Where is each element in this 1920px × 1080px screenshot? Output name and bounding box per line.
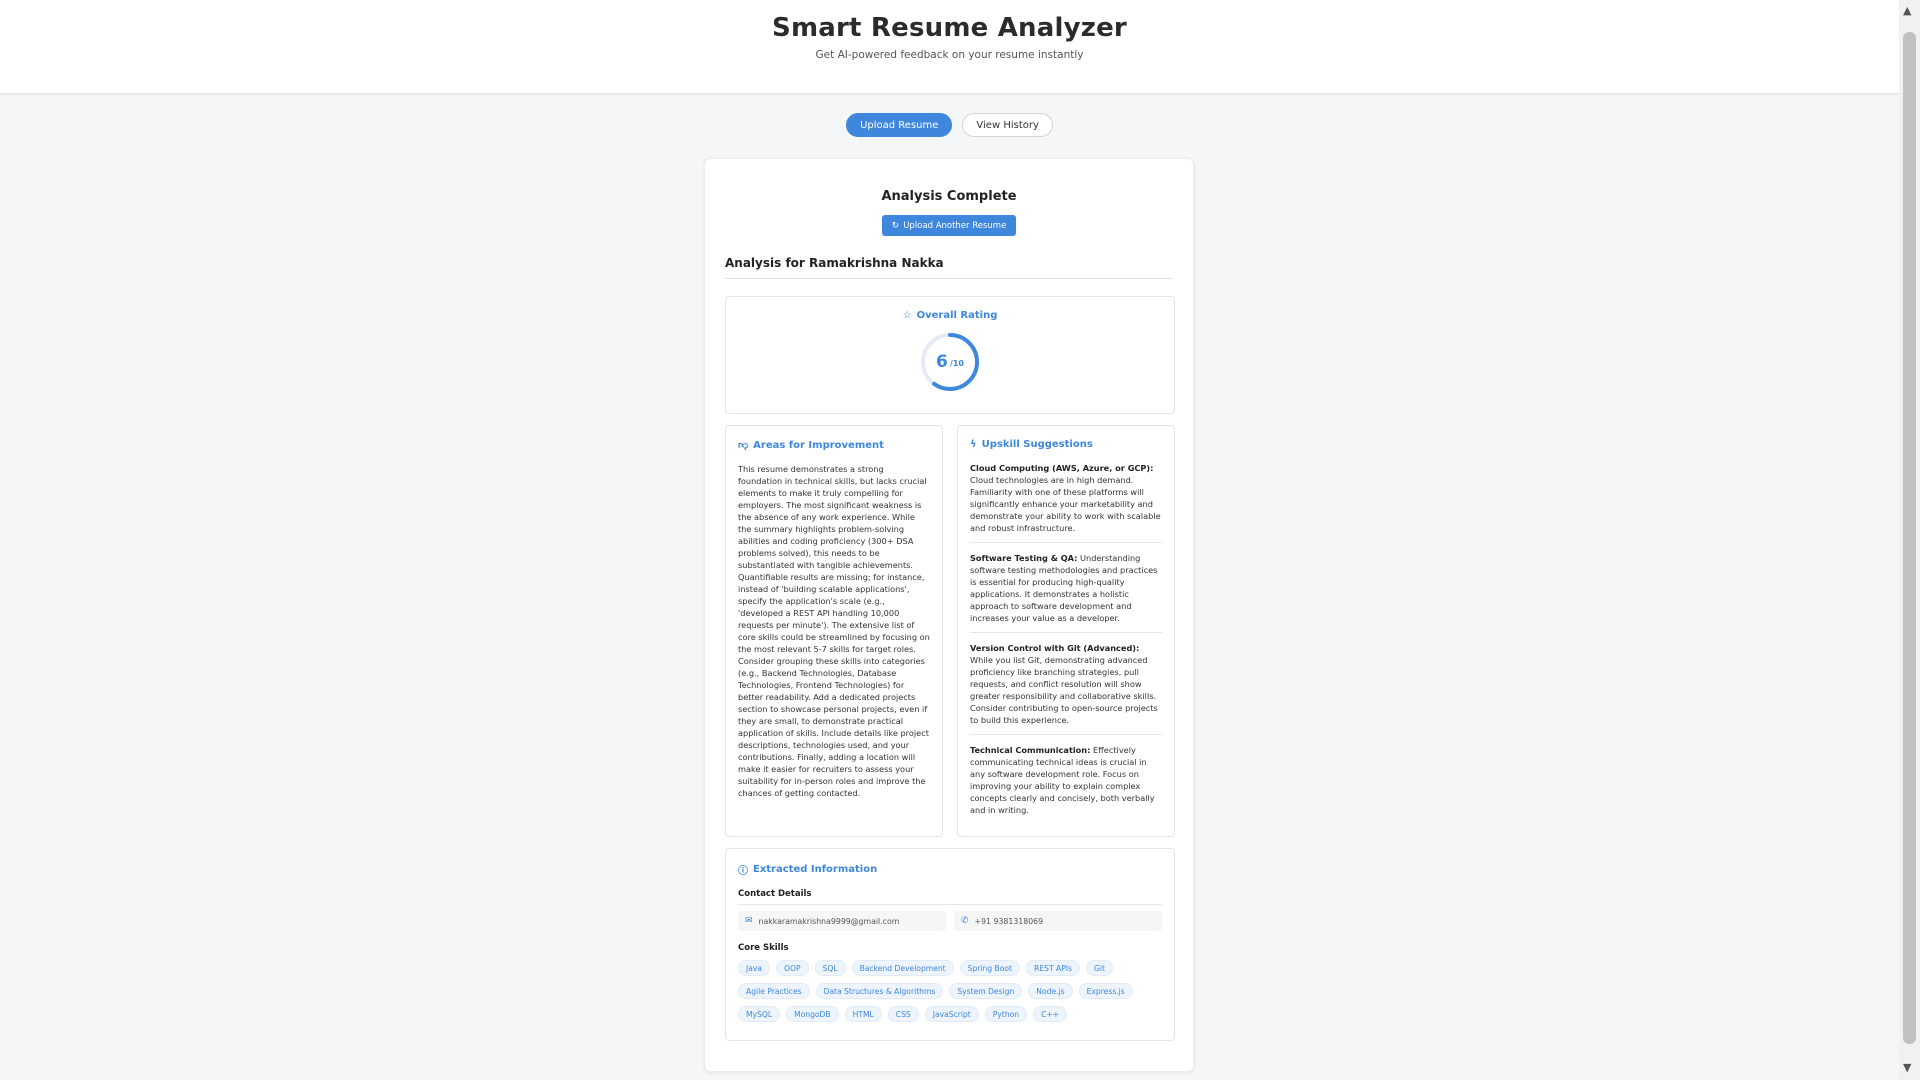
- skill-chip: JavaScript: [924, 1006, 979, 1022]
- areas-for-improvement-panel: 👎︎ Areas for Improvement This resume dem…: [725, 425, 943, 837]
- view-history-button[interactable]: View History: [962, 113, 1053, 137]
- app-subtitle: Get AI-powered feedback on your resume i…: [815, 49, 1084, 61]
- overall-rating-panel: ☆ Overall Rating 6 /10: [725, 296, 1175, 414]
- app-title: Smart Resume Analyzer: [772, 13, 1127, 43]
- upskill-item-title: Cloud Computing (AWS, Azure, or GCP):: [970, 463, 1154, 473]
- info-icon: ⓘ: [738, 866, 748, 877]
- extracted-information-panel: ⓘ Extracted Information Contact Details …: [725, 848, 1175, 1041]
- skill-chip: System Design: [949, 983, 1023, 999]
- extracted-information-heading: ⓘ Extracted Information: [738, 862, 1162, 877]
- skill-chip: HTML: [844, 1006, 882, 1022]
- app-header: Smart Resume Analyzer Get AI-powered fee…: [0, 0, 1899, 93]
- skill-chip: Data Structures & Algorithms: [815, 983, 944, 999]
- main-nav: Upload Resume View History: [0, 113, 1899, 137]
- scroll-up-icon[interactable]: ▲: [1903, 4, 1911, 17]
- upskill-suggestions-panel: ϟ Upskill Suggestions Cloud Computing (A…: [957, 425, 1175, 837]
- page-scrollbar[interactable]: ▲ ▼: [1899, 0, 1920, 1080]
- upskill-suggestions-label: Upskill Suggestions: [981, 439, 1093, 450]
- upload-resume-button[interactable]: Upload Resume: [846, 113, 953, 137]
- upskill-item: Version Control with Git (Advanced): Whi…: [970, 642, 1162, 735]
- skill-chip: MySQL: [738, 1006, 781, 1022]
- skill-chip: Backend Development: [851, 960, 954, 976]
- phone-icon: ✆: [961, 916, 969, 926]
- skill-chip: Node.js: [1028, 983, 1073, 999]
- upskill-list: Cloud Computing (AWS, Azure, or GCP): Cl…: [970, 462, 1162, 824]
- thumbs-down-icon: 👎︎: [738, 440, 749, 451]
- lightning-icon: ϟ: [970, 439, 977, 450]
- upskill-item: Technical Communication: Effectively com…: [970, 744, 1162, 824]
- rating-score: 6: [936, 352, 948, 372]
- star-icon: ☆: [902, 310, 912, 321]
- core-skills-list: Java OOP SQL Backend Development Spring Boot…: [738, 960, 1158, 1022]
- upskill-item: Cloud Computing (AWS, Azure, or GCP): Cl…: [970, 462, 1162, 543]
- skill-chip: Spring Boot: [959, 960, 1021, 976]
- phone-value: +91 9381318069: [974, 916, 1044, 926]
- overall-rating-label: Overall Rating: [916, 310, 998, 321]
- phone-field: ✆ +91 9381318069: [954, 911, 1162, 931]
- rating-value: 6 /10: [919, 331, 981, 393]
- analysis-complete-title: Analysis Complete: [881, 189, 1017, 204]
- rating-gauge: 6 /10: [919, 331, 981, 393]
- extracted-information-label: Extracted Information: [753, 864, 878, 875]
- upskill-item-text: Understanding software testing methodolo…: [970, 553, 1158, 623]
- upskill-item-title: Software Testing & QA:: [970, 553, 1078, 563]
- page: Smart Resume Analyzer Get AI-powered fee…: [0, 0, 1899, 1080]
- scrollbar-thumb[interactable]: [1903, 32, 1916, 1044]
- upskill-item-title: Technical Communication:: [970, 745, 1091, 755]
- analysis-for-title: Analysis for Ramakrishna Nakka: [725, 256, 1173, 279]
- improvement-text: This resume demonstrates a strong founda…: [738, 464, 930, 798]
- upskill-item-text: Effectively communicating technical idea…: [970, 745, 1155, 815]
- skill-chip: OOP: [776, 960, 809, 976]
- refresh-icon: ↻: [891, 220, 900, 231]
- skill-chip: Java: [738, 960, 771, 976]
- rating-out-of: /10: [949, 359, 964, 368]
- skill-chip: Agile Practices: [738, 983, 810, 999]
- skill-chip: Express.js: [1078, 983, 1133, 999]
- skill-chip: MongoDB: [786, 1006, 839, 1022]
- upskill-item-text: Cloud technologies are in high demand. F…: [970, 475, 1161, 533]
- upskill-item-title: Version Control with Git (Advanced):: [970, 643, 1140, 653]
- core-skills-heading: Core Skills: [738, 943, 789, 953]
- upskill-suggestions-heading: ϟ Upskill Suggestions: [970, 439, 1162, 450]
- skill-chip: SQL: [814, 960, 846, 976]
- upload-another-resume-button[interactable]: ↻ Upload Another Resume: [881, 215, 1017, 236]
- overall-rating-heading: ☆ Overall Rating: [726, 310, 1174, 321]
- scroll-down-icon[interactable]: ▼: [1903, 1061, 1911, 1074]
- mail-icon: ✉: [745, 916, 753, 926]
- areas-for-improvement-label: Areas for Improvement: [753, 439, 884, 451]
- skill-chip: CSS: [887, 1006, 919, 1022]
- skill-chip: Python: [984, 1006, 1028, 1022]
- contact-details-heading: Contact Details: [738, 889, 1162, 905]
- upskill-item-text: While you list Git, demonstrating advanc…: [970, 655, 1158, 725]
- skill-chip: REST APIs: [1026, 960, 1080, 976]
- email-value: nakkaramakrishna9999@gmail.com: [758, 916, 900, 926]
- skill-chip: Git: [1085, 960, 1113, 976]
- upskill-item: Software Testing & QA: Understanding sof…: [970, 552, 1162, 633]
- skill-chip: C++: [1033, 1006, 1068, 1022]
- analysis-card: Analysis Complete ↻ Upload Another Resume…: [704, 158, 1194, 1072]
- contact-details: ✉ nakkaramakrishna9999@gmail.com ✆ +91 9…: [738, 911, 1162, 931]
- upload-another-label: Upload Another Resume: [903, 220, 1007, 231]
- email-field: ✉ nakkaramakrishna9999@gmail.com: [738, 911, 946, 931]
- areas-for-improvement-heading: 👎︎ Areas for Improvement: [738, 439, 930, 452]
